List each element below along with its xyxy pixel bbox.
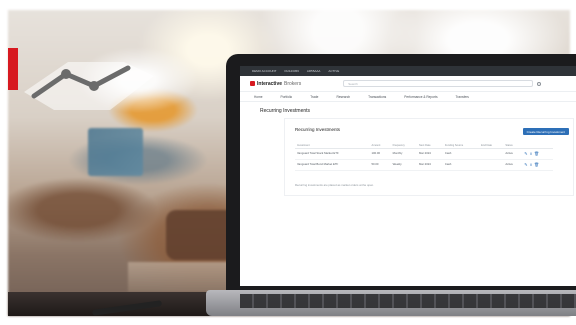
nav-item-transactions[interactable]: Transactions: [368, 95, 386, 99]
nav-item-performance-reports[interactable]: Performance & Reports: [404, 95, 437, 99]
status-cell: Active: [503, 159, 523, 171]
topbar-item[interactable]: DEMO ACCOUNT: [252, 69, 277, 73]
main-nav: Home Portfolio Trade Research Transactio…: [240, 92, 576, 102]
app-header: Interactive Brokers Search: [240, 76, 576, 92]
nav-item-trade[interactable]: Trade: [310, 95, 318, 99]
frequency-cell: Monthly: [390, 148, 418, 160]
amount-cell: 50.00: [369, 159, 391, 171]
funding-source-cell: Cash: [442, 148, 480, 160]
recurring-investments-panel: Recurring Investments Create Recurring I…: [284, 118, 574, 196]
frequency-cell: Weekly: [390, 159, 418, 171]
next-date-cell: Mar 2024: [417, 159, 443, 171]
page-title: Recurring Investments: [260, 108, 311, 114]
next-date-cell: Mar 2024: [417, 148, 443, 160]
nav-item-research[interactable]: Research: [336, 95, 350, 99]
background-monitor: [88, 128, 143, 176]
row-actions: ✎ ॥ 🗑: [522, 148, 553, 160]
search-icon[interactable]: [537, 81, 542, 86]
table-row: Vanguard Total Stock Market ETF 100.00 M…: [295, 148, 553, 160]
end-date-cell: [479, 148, 504, 160]
pause-icon[interactable]: ॥: [530, 151, 532, 157]
panel-title: Recurring Investments: [295, 127, 341, 132]
table-row: Vanguard Total Bond Market ETF 50.00 Wee…: [295, 159, 553, 171]
create-recurring-investment-button[interactable]: Create Recurring Investment: [522, 128, 569, 135]
brand-accent-bar: [8, 48, 18, 90]
search-input[interactable]: Search: [343, 80, 534, 87]
brand-name-light: Brokers: [284, 80, 302, 87]
laptop-keyboard: [240, 294, 576, 308]
brand-mark-icon: [250, 81, 255, 86]
end-date-cell: [479, 159, 504, 171]
brand-logo[interactable]: Interactive Brokers: [250, 81, 301, 87]
brand-name-bold: Interactive: [257, 80, 283, 87]
account-topbar: DEMO ACCOUNT DU123456 AR55AAA ACTIVE: [240, 66, 576, 76]
topbar-item[interactable]: AR55AAA: [307, 69, 321, 73]
nav-item-portfolio[interactable]: Portfolio: [281, 95, 293, 99]
chart-logo-icon: [24, 62, 154, 110]
pause-icon[interactable]: ॥: [530, 162, 532, 168]
laptop-screen: DEMO ACCOUNT DU123456 AR55AAA ACTIVE Int…: [240, 66, 576, 286]
investment-cell: Vanguard Total Stock Market ETF: [295, 148, 370, 160]
row-actions: ✎ ॥ 🗑: [522, 159, 553, 171]
edit-icon[interactable]: ✎: [524, 151, 527, 157]
edit-icon[interactable]: ✎: [524, 162, 527, 168]
delete-icon[interactable]: 🗑: [534, 151, 539, 157]
nav-item-transfers[interactable]: Transfers: [456, 95, 469, 99]
amount-cell: 100.00: [369, 148, 391, 160]
investment-cell: Vanguard Total Bond Market ETF: [295, 159, 370, 171]
topbar-item: ACTIVE: [328, 69, 340, 73]
funding-source-cell: Cash: [442, 159, 480, 171]
investments-table: Investment Amount Frequency Next Date Fu…: [295, 143, 553, 171]
status-cell: Active: [503, 148, 523, 160]
nav-item-home[interactable]: Home: [254, 95, 263, 99]
delete-icon[interactable]: 🗑: [534, 162, 539, 168]
panel-footnote: Recurring investments are placed as mark…: [295, 183, 374, 187]
topbar-item[interactable]: DU123456: [285, 69, 299, 73]
